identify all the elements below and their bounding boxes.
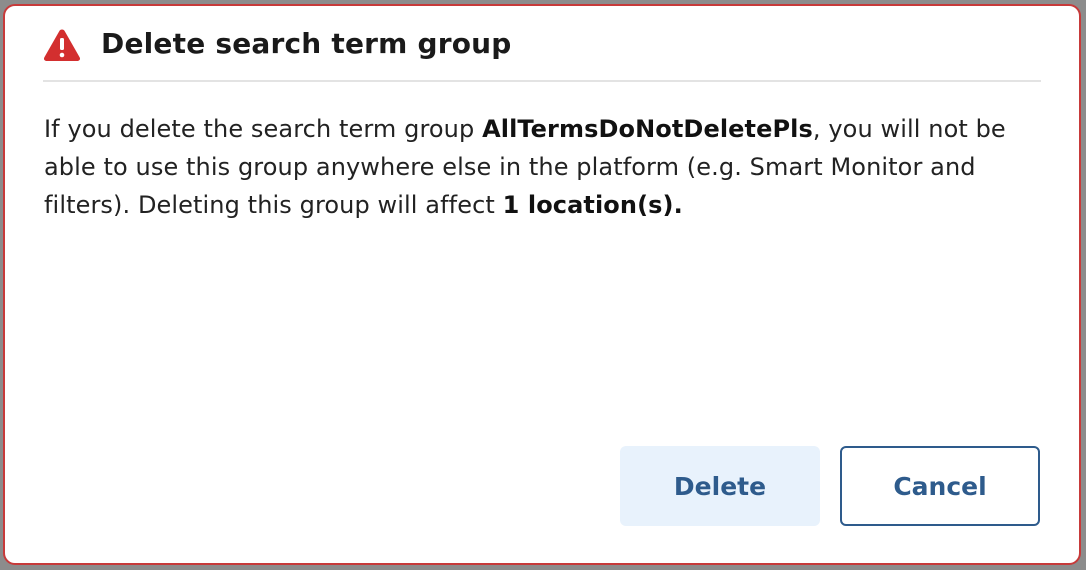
message-text-1: If you delete the search term group (44, 115, 483, 143)
warning-triangle-icon (43, 28, 81, 62)
delete-button[interactable]: Delete (620, 446, 820, 526)
dialog-title: Delete search term group (101, 27, 512, 60)
affected-locations-count: 1 location(s). (502, 191, 683, 219)
dialog-message: If you delete the search term group AllT… (44, 110, 1044, 224)
cancel-button[interactable]: Cancel (840, 446, 1040, 526)
delete-confirmation-dialog: Delete search term group If you delete t… (3, 4, 1081, 565)
dialog-header: Delete search term group (43, 27, 1041, 82)
group-name: AllTermsDoNotDeletePls (482, 115, 813, 143)
